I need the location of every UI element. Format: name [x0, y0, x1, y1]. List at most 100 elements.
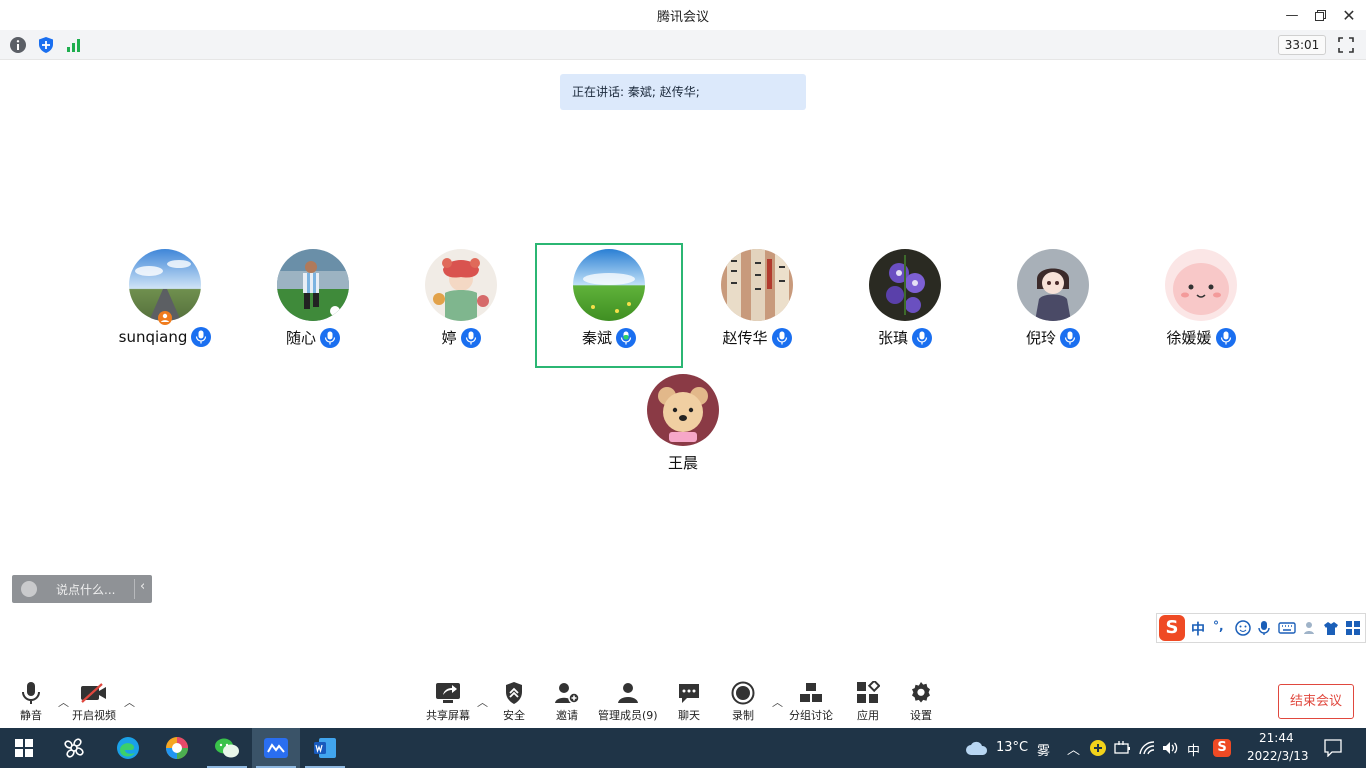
record-options-chevron-icon[interactable]: ︿ [772, 694, 783, 710]
minimize-button[interactable]: — [1281, 5, 1303, 25]
chat-input-box[interactable]: 说点什么... ‹ [12, 575, 152, 603]
participant-name: 赵传华 [722, 329, 768, 347]
taskbar-app-word[interactable] [301, 728, 349, 768]
info-icon[interactable] [9, 36, 27, 54]
security-label: 安全 [503, 709, 525, 722]
share-screen-button[interactable]: 共享屏幕 [426, 680, 470, 723]
close-button[interactable]: ✕ [1338, 5, 1360, 25]
battery-plug-icon[interactable] [1113, 740, 1131, 756]
participant-name: 王晨 [667, 454, 698, 472]
wechat-icon [215, 738, 239, 758]
taskbar-app-color-wheel[interactable] [153, 728, 201, 768]
taskbar-app-tencent-meeting[interactable] [252, 728, 300, 768]
participant-name: sunqiang [118, 328, 188, 346]
avatar [647, 374, 719, 446]
invite-button[interactable]: 邀请 [553, 680, 581, 723]
ime-toolbar: S 中 °, [1156, 613, 1366, 643]
security-shield-icon [506, 682, 522, 704]
security-button[interactable]: 安全 [500, 680, 528, 723]
wifi-icon[interactable] [1138, 740, 1156, 756]
breakout-rooms-button[interactable]: 分组讨论 [789, 680, 833, 723]
notification-center-icon[interactable] [1324, 739, 1342, 757]
collapse-chat-button[interactable]: ‹ [140, 579, 145, 594]
skin-icon[interactable] [1323, 619, 1339, 637]
restore-button[interactable] [1309, 5, 1331, 25]
sogou-tray-icon[interactable]: S [1213, 739, 1231, 757]
mic-on-icon [912, 327, 932, 348]
participant-nameline: 赵传华 [683, 327, 831, 348]
emoji-icon[interactable] [21, 581, 37, 597]
chat-button[interactable]: 聊天 [675, 680, 703, 723]
user-settings-icon[interactable] [1302, 619, 1318, 637]
breakout-rooms-icon [800, 683, 822, 702]
chat-placeholder[interactable]: 说点什么... [56, 581, 115, 598]
participant-nameline: 徐媛媛 [1127, 327, 1275, 348]
weather-temperature[interactable]: 13°C [996, 740, 1028, 755]
clock-date[interactable]: 2022/3/13 [1247, 749, 1309, 763]
voice-input-icon[interactable] [1257, 619, 1271, 637]
audio-options-chevron-icon[interactable]: ︿ [58, 694, 69, 710]
invite-label: 邀请 [556, 709, 578, 722]
fullscreen-icon[interactable] [1337, 36, 1355, 54]
participant-tile[interactable]: 张瑱 [831, 243, 979, 367]
avatar [1017, 249, 1089, 321]
mute-label: 静音 [20, 709, 42, 722]
tray-plus-icon[interactable] [1089, 739, 1107, 757]
tray-ime-language[interactable]: 中 [1187, 740, 1200, 759]
mic-on-icon [1060, 327, 1080, 348]
share-screen-label: 共享屏幕 [426, 709, 470, 722]
start-video-button[interactable]: 开启视频 [72, 680, 116, 723]
video-options-chevron-icon[interactable]: ︿ [124, 694, 135, 710]
record-button[interactable]: 录制 [729, 680, 757, 723]
title-bar: 腾讯会议 — ✕ [0, 0, 1366, 30]
start-button[interactable] [0, 728, 48, 768]
cloud-weather-icon[interactable] [965, 740, 989, 756]
participant-tile[interactable]: 随心 [239, 243, 387, 367]
taskbar-app-pinwheel[interactable] [50, 728, 98, 768]
share-options-chevron-icon[interactable]: ︿ [477, 694, 488, 710]
settings-button[interactable]: 设置 [907, 680, 935, 723]
participant-tile[interactable]: 婷 [387, 243, 535, 367]
taskbar-app-wechat[interactable] [203, 728, 251, 768]
mic-on-icon [320, 327, 340, 348]
participant-name: 秦斌 [581, 329, 612, 347]
toolbox-icon[interactable] [1345, 619, 1361, 637]
participant-name: 徐媛媛 [1166, 329, 1212, 347]
weather-description[interactable]: 雾 [1037, 740, 1050, 759]
sogou-logo-icon[interactable]: S [1159, 615, 1185, 641]
participant-tile[interactable]: 王晨 [609, 368, 757, 492]
tray-expand-chevron-icon[interactable]: ︿ [1067, 739, 1080, 758]
participant-nameline: sunqiang [91, 327, 239, 347]
add-user-icon [555, 683, 580, 704]
avatar [425, 249, 497, 321]
mute-button[interactable]: 静音 [17, 680, 45, 723]
meeting-timer: 33:01 [1278, 35, 1326, 55]
mic-speaking-icon [616, 327, 636, 348]
window-title: 腾讯会议 [656, 10, 709, 25]
shield-icon[interactable] [37, 36, 55, 54]
participant-tile[interactable]: 赵传华 [683, 243, 831, 367]
participant-nameline: 随心 [239, 327, 387, 348]
manage-members-button[interactable]: 管理成员(9) [598, 680, 658, 723]
ime-language-toggle[interactable]: 中 [1191, 619, 1205, 638]
participant-tile[interactable]: sunqiang [91, 243, 239, 367]
participant-tile-active[interactable]: 秦斌 [535, 243, 683, 367]
end-meeting-button[interactable]: 结束会议 [1278, 684, 1354, 719]
clock-time[interactable]: 21:44 [1259, 731, 1294, 745]
keyboard-icon[interactable] [1278, 619, 1296, 637]
smiley-icon[interactable] [1235, 619, 1251, 637]
participant-name: 张瑱 [877, 329, 908, 347]
breakout-rooms-label: 分组讨论 [789, 709, 833, 722]
members-icon [617, 683, 638, 703]
participant-name: 婷 [441, 329, 457, 347]
volume-icon[interactable] [1161, 740, 1179, 756]
meeting-toolbar: 静音 ︿ 开启视频 ︿ 共享屏幕 ︿ 安全 邀请 管理成员(9) 聊天 录制 ︿… [0, 672, 1366, 728]
taskbar-app-edge[interactable] [104, 728, 152, 768]
apps-button[interactable]: 应用 [854, 680, 882, 723]
participant-tile[interactable]: 倪玲 [979, 243, 1127, 367]
record-icon [731, 681, 755, 705]
participant-tile[interactable]: 徐媛媛 [1127, 243, 1275, 367]
ime-punctuation-toggle[interactable]: °, [1213, 619, 1224, 637]
restore-icon [1314, 9, 1326, 21]
signal-bars-icon[interactable] [65, 36, 83, 54]
